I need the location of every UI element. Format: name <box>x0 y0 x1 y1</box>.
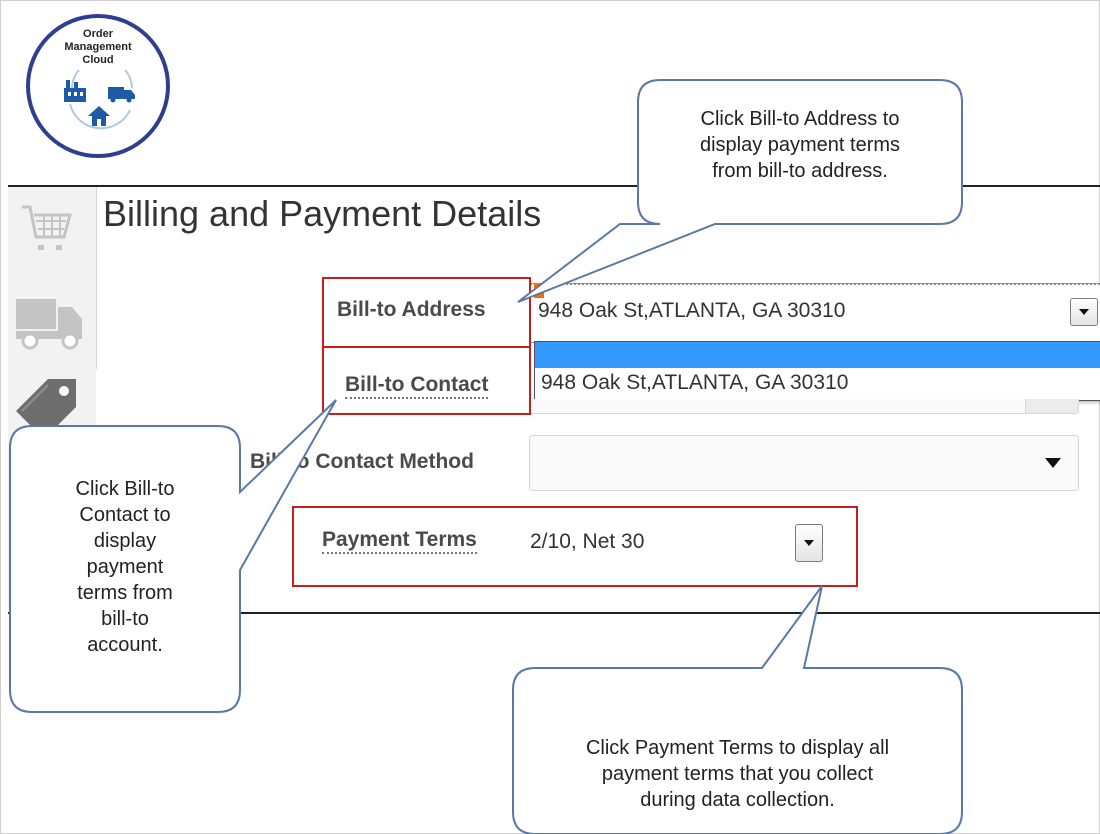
callout-terms-line: during data collection. <box>640 789 835 811</box>
callout-contact-line: Click Bill-to <box>75 478 175 500</box>
callout-bill-to-address-text: Click Bill-to Address to display payment… <box>640 106 960 184</box>
callout-contact-line: Contact to <box>79 504 171 526</box>
callout-contact-line: display <box>93 530 157 552</box>
callout-payment-terms-text: Click Payment Terms to display all payme… <box>515 735 960 813</box>
callout-contact-line: payment <box>86 556 164 578</box>
callout-terms-line: payment terms that you collect <box>601 763 874 785</box>
callout-contact-line: terms from <box>77 582 173 604</box>
callout-address-line: display payment terms <box>699 134 901 156</box>
callout-contact-line: bill-to <box>101 608 149 630</box>
callout-terms-line: Click Payment Terms to display all <box>585 737 890 759</box>
callout-address-line: Click Bill-to Address to <box>700 108 900 130</box>
callout-address-line: from bill-to address. <box>712 160 888 182</box>
callout-contact-line: account. <box>87 634 163 656</box>
callout-bill-to-contact-text: Click Bill-to Contact to display payment… <box>10 476 240 658</box>
